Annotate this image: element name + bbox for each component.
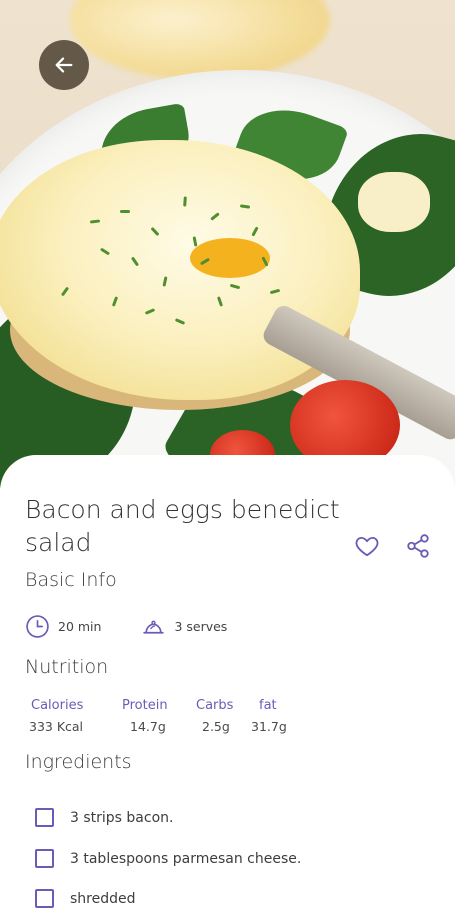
- basic-info-heading: Basic Info: [25, 569, 117, 591]
- cheese-shape: [358, 172, 430, 232]
- ingredient-item[interactable]: 3 strips bacon.: [35, 808, 173, 827]
- serving-cloche-icon: [143, 620, 165, 634]
- chive-piece: [120, 210, 130, 213]
- nutrition-item-fat: fat 31.7g: [251, 698, 287, 734]
- recipe-title: Bacon and eggs benedict salad: [25, 495, 340, 557]
- nutrition-item-calories: Calories 333 Kcal: [29, 698, 84, 734]
- nutrition-value: 2.5g: [202, 719, 230, 734]
- basic-info-row: 20 min 3 serves: [25, 613, 227, 639]
- nutrition-item-carbs: Carbs 2.5g: [196, 698, 233, 734]
- nutrition-value: 31.7g: [251, 719, 287, 734]
- nutrition-label: Protein: [122, 698, 168, 713]
- serves-count: 3 serves: [174, 618, 228, 634]
- prep-time: 20 min: [58, 618, 102, 634]
- share-icon: [407, 534, 429, 558]
- nutrition-label: Calories: [31, 698, 84, 713]
- heart-outline-icon: [355, 536, 379, 557]
- nutrition-item-protein: Protein 14.7g: [122, 698, 168, 734]
- ingredient-text: shredded: [70, 890, 136, 907]
- nutrition-heading: Nutrition: [25, 656, 109, 678]
- clock-icon: [26, 614, 49, 638]
- lemon-shape: [70, 0, 330, 80]
- nutrition-label: fat: [259, 698, 277, 713]
- ingredient-item[interactable]: shredded: [35, 889, 136, 908]
- ingredients-heading: Ingredients: [25, 751, 132, 773]
- ingredient-text: 3 tablespoons parmesan cheese.: [70, 850, 302, 867]
- nutrition-value: 14.7g: [130, 719, 166, 734]
- favorite-button[interactable]: [352, 531, 382, 561]
- yolk-shape: [190, 238, 270, 278]
- ingredient-text: 3 strips bacon.: [70, 809, 174, 826]
- share-button[interactable]: [403, 531, 433, 561]
- ingredient-checkbox[interactable]: [35, 889, 54, 908]
- recipe-card: Bacon and eggs benedict salad Basic Info…: [0, 455, 455, 908]
- ingredient-checkbox[interactable]: [35, 808, 54, 827]
- nutrition-value: 333 Kcal: [29, 719, 84, 734]
- arrow-left-icon: [55, 57, 73, 73]
- ingredient-checkbox[interactable]: [35, 849, 54, 868]
- back-button[interactable]: [39, 40, 89, 90]
- ingredient-item[interactable]: 3 tablespoons parmesan cheese.: [35, 849, 301, 868]
- nutrition-label: Carbs: [196, 698, 234, 713]
